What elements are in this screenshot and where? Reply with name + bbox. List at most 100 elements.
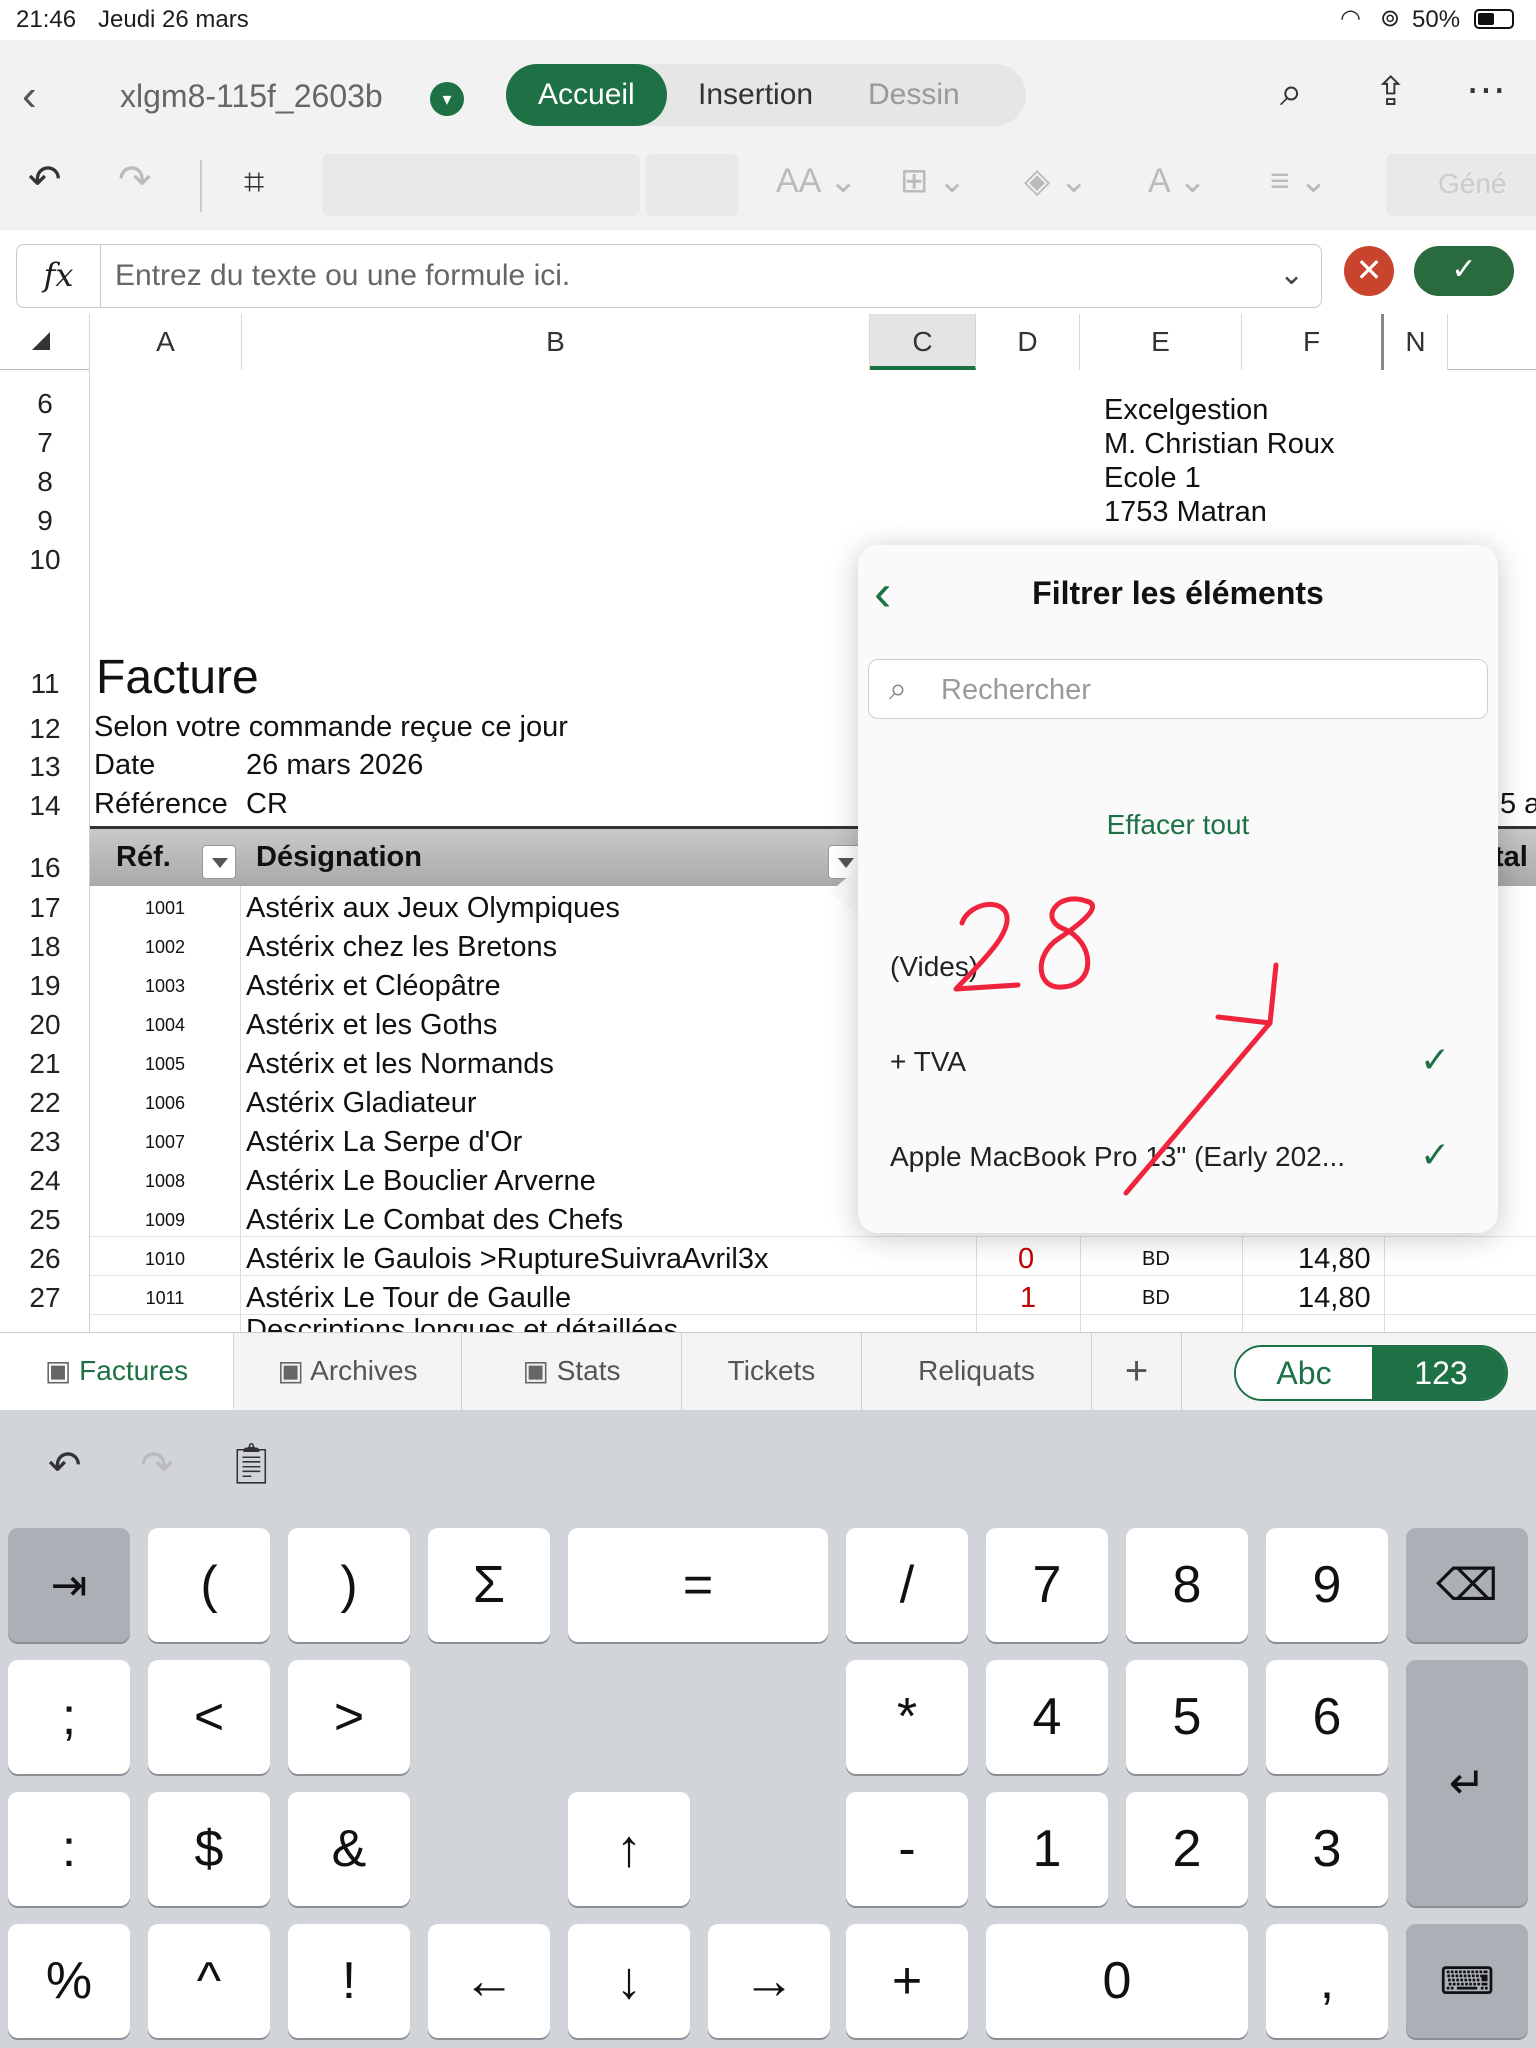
row-header[interactable]: 21 bbox=[0, 1048, 90, 1080]
item-designation[interactable]: Astérix et Cléopâtre bbox=[246, 970, 501, 1003]
keyboard-dismiss-icon[interactable]: ⌨ bbox=[1406, 1924, 1528, 2038]
mode-123-button[interactable]: 123 bbox=[1372, 1347, 1506, 1399]
mode-abc-button[interactable]: Abc bbox=[1236, 1347, 1372, 1399]
row-header[interactable]: 10 bbox=[0, 544, 90, 576]
select-all-corner[interactable] bbox=[0, 314, 90, 370]
arrow-right-key[interactable]: → bbox=[708, 1924, 830, 2038]
row-header[interactable]: 23 bbox=[0, 1126, 90, 1158]
redo-icon[interactable]: ↷ bbox=[140, 1446, 174, 1486]
key-3[interactable]: 3 bbox=[1266, 1792, 1388, 1906]
item-ref[interactable]: 1010 bbox=[90, 1249, 240, 1270]
sheet-tab-tickets[interactable]: Tickets bbox=[682, 1333, 862, 1411]
formula-bar[interactable]: fx Entrez du texte ou une formule ici. ⌄ bbox=[16, 244, 1322, 308]
item-ref[interactable]: 1005 bbox=[90, 1054, 240, 1075]
row-header[interactable]: 7 bbox=[0, 427, 90, 459]
sheet-tab-factures[interactable]: ▣ Factures bbox=[0, 1333, 234, 1411]
item-designation[interactable]: Astérix Le Bouclier Arverne bbox=[246, 1165, 596, 1198]
chevron-down-icon[interactable]: ⌄ bbox=[1279, 257, 1304, 292]
row-header[interactable]: 11 bbox=[0, 668, 90, 700]
column-header-f[interactable]: F bbox=[1242, 314, 1384, 370]
row-header[interactable]: 12 bbox=[0, 713, 90, 745]
column-ref-label[interactable]: Réf. bbox=[116, 841, 171, 874]
share-icon[interactable]: ⇪ bbox=[1374, 72, 1408, 112]
redo-icon[interactable]: ↷ bbox=[118, 160, 152, 200]
column-total-label[interactable]: tal bbox=[1494, 841, 1528, 874]
font-size-field[interactable] bbox=[646, 154, 738, 216]
item-designation[interactable]: Astérix aux Jeux Olympiques bbox=[246, 892, 620, 925]
cancel-icon[interactable]: ✕ bbox=[1344, 246, 1394, 296]
row-header[interactable]: 20 bbox=[0, 1009, 90, 1041]
sheet-tab-archives[interactable]: ▣ Archives bbox=[234, 1333, 462, 1411]
column-header-d[interactable]: D bbox=[976, 314, 1080, 370]
address-line[interactable]: Excelgestion bbox=[1104, 394, 1268, 427]
tab-insertion[interactable]: Insertion bbox=[666, 64, 845, 126]
key-greater-than[interactable]: > bbox=[288, 1660, 410, 1774]
fx-icon[interactable]: fx bbox=[17, 245, 101, 307]
item-designation[interactable]: Astérix et les Goths bbox=[246, 1009, 497, 1042]
row-header[interactable]: 22 bbox=[0, 1087, 90, 1119]
item-quantity[interactable]: 0 bbox=[1018, 1243, 1034, 1276]
format-painter-icon[interactable]: ⌗ bbox=[244, 164, 264, 200]
row-header[interactable]: 26 bbox=[0, 1243, 90, 1275]
confirm-icon[interactable]: ✓ bbox=[1414, 246, 1514, 296]
back-icon[interactable]: ‹ bbox=[22, 74, 37, 118]
row-header[interactable]: 9 bbox=[0, 505, 90, 537]
column-header-a[interactable]: A bbox=[90, 314, 242, 370]
item-price[interactable]: 14,80 bbox=[1298, 1243, 1371, 1276]
row-header[interactable]: 17 bbox=[0, 892, 90, 924]
tab-accueil[interactable]: Accueil bbox=[506, 64, 667, 126]
key-sum[interactable]: Σ bbox=[428, 1528, 550, 1642]
key-equals[interactable]: = bbox=[568, 1528, 828, 1642]
address-line[interactable]: Ecole 1 bbox=[1104, 462, 1201, 495]
key-comma[interactable]: , bbox=[1266, 1924, 1388, 2038]
column-header-n[interactable]: N bbox=[1384, 314, 1448, 370]
cut-off-text[interactable]: Descriptions longues et détaillées bbox=[246, 1318, 678, 1332]
row-header[interactable]: 25 bbox=[0, 1204, 90, 1236]
sheet-tab-reliquats[interactable]: Reliquats bbox=[862, 1333, 1092, 1411]
number-format-field[interactable]: Géné bbox=[1386, 154, 1536, 216]
key-exclamation[interactable]: ! bbox=[288, 1924, 410, 2038]
key-colon[interactable]: : bbox=[8, 1792, 130, 1906]
paste-icon[interactable]: 📋︎ bbox=[226, 1444, 277, 1484]
key-1[interactable]: 1 bbox=[986, 1792, 1108, 1906]
item-ref[interactable]: 1011 bbox=[90, 1288, 240, 1309]
key-minus[interactable]: - bbox=[846, 1792, 968, 1906]
address-line[interactable]: 1753 Matran bbox=[1104, 496, 1267, 529]
item-type[interactable]: BD bbox=[1142, 1248, 1170, 1271]
date-label[interactable]: Date bbox=[94, 749, 155, 782]
font-name-field[interactable] bbox=[322, 154, 640, 216]
column-designation-label[interactable]: Désignation bbox=[256, 841, 422, 874]
key-8[interactable]: 8 bbox=[1126, 1528, 1248, 1642]
item-designation[interactable]: Astérix chez les Bretons bbox=[246, 931, 557, 964]
key-percent[interactable]: % bbox=[8, 1924, 130, 2038]
key-plus[interactable]: + bbox=[846, 1924, 968, 2038]
date-value[interactable]: 26 mars 2026 bbox=[246, 749, 423, 782]
item-ref[interactable]: 1002 bbox=[90, 937, 240, 958]
invoice-subtitle[interactable]: Selon votre commande reçue ce jour bbox=[94, 711, 568, 744]
search-icon[interactable]: ⌕ bbox=[1280, 72, 1302, 112]
key-9[interactable]: 9 bbox=[1266, 1528, 1388, 1642]
row-header[interactable]: 27 bbox=[0, 1282, 90, 1314]
document-title[interactable]: xlgm8-115f_2603b bbox=[120, 78, 383, 115]
key-less-than[interactable]: < bbox=[148, 1660, 270, 1774]
row-header[interactable]: 24 bbox=[0, 1165, 90, 1197]
key-ampersand[interactable]: & bbox=[288, 1792, 410, 1906]
key-slash[interactable]: / bbox=[846, 1528, 968, 1642]
key-close-paren[interactable]: ) bbox=[288, 1528, 410, 1642]
cut-off-text[interactable]: 5 av bbox=[1500, 788, 1536, 821]
fill-color-icon[interactable]: ◈ ⌄ bbox=[1024, 164, 1088, 198]
item-price[interactable]: 14,80 bbox=[1298, 1282, 1371, 1315]
key-semicolon[interactable]: ; bbox=[8, 1660, 130, 1774]
formula-input[interactable]: Entrez du texte ou une formule ici. bbox=[115, 259, 570, 293]
input-mode-toggle[interactable]: Abc 123 bbox=[1234, 1345, 1508, 1401]
key-4[interactable]: 4 bbox=[986, 1660, 1108, 1774]
item-ref[interactable]: 1009 bbox=[90, 1210, 240, 1231]
key-multiply[interactable]: * bbox=[846, 1660, 968, 1774]
return-key[interactable]: ↵ bbox=[1406, 1660, 1528, 1906]
item-designation[interactable]: Astérix Le Tour de Gaulle bbox=[246, 1282, 571, 1315]
undo-icon[interactable]: ↶ bbox=[48, 1446, 82, 1486]
row-header[interactable]: 6 bbox=[0, 388, 90, 420]
reference-value[interactable]: CR bbox=[246, 788, 288, 821]
arrow-down-key[interactable]: ↓ bbox=[568, 1924, 690, 2038]
align-icon[interactable]: ≡ ⌄ bbox=[1270, 164, 1328, 198]
